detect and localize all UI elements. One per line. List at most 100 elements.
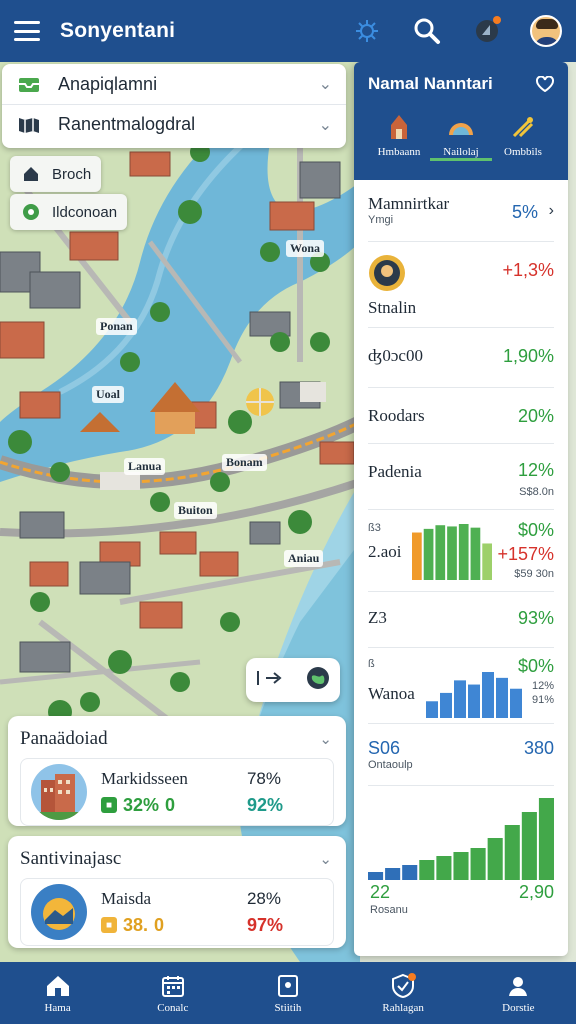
panel-row[interactable]: ʤ0ɔc00 1,90% xyxy=(368,328,554,388)
row-value-tertiary: 91% xyxy=(531,694,554,706)
profile-avatar[interactable] xyxy=(530,15,562,47)
chart-bar xyxy=(470,848,486,880)
chart-bar xyxy=(458,524,469,580)
notification-badge xyxy=(493,16,501,24)
chevron-down-icon[interactable]: ⌄ xyxy=(319,74,332,94)
heart-icon[interactable] xyxy=(536,75,554,97)
network-icon[interactable] xyxy=(350,14,384,48)
destination-field[interactable]: Ranentmalogdral ⌄ xyxy=(2,104,346,144)
row-label: Rosanu xyxy=(370,904,408,916)
map-icon xyxy=(16,114,42,136)
stat-value: 32% xyxy=(123,794,160,815)
nav-document[interactable]: Stiitih xyxy=(243,972,333,1014)
bottom-navigation: Hama Conalc Stiitih Rahlagan Dorstie xyxy=(0,962,576,1024)
map-label[interactable]: Lanua xyxy=(124,458,166,475)
panel-row[interactable]: S06 Ontaoulp 380 xyxy=(368,724,554,786)
nav-shield[interactable]: Rahlagan xyxy=(358,972,448,1014)
bar-chart xyxy=(368,798,554,880)
panel-title: Namal Nanntari xyxy=(368,74,493,93)
island-thumbnail xyxy=(31,884,87,940)
row-value: 1,90% xyxy=(502,346,554,366)
row-label: Ontaoulp xyxy=(368,759,413,771)
chevron-down-icon[interactable]: ⌄ xyxy=(319,115,332,135)
chart-bar xyxy=(419,860,435,880)
stat-percent: 78% xyxy=(246,768,281,788)
card-title: Santivinajasc xyxy=(20,848,122,869)
row-value-secondary: 12% xyxy=(531,680,554,692)
stat-card[interactable]: Santivinajasc ⌄ Maisda ■ 38. 0 28% 97% xyxy=(8,836,346,948)
chart-bar xyxy=(468,684,480,718)
stat-value: 38. xyxy=(123,914,149,935)
map-label[interactable]: Uoal xyxy=(92,386,124,403)
map-label[interactable]: Wona xyxy=(286,240,325,257)
card-title: Panaädoiad xyxy=(20,728,108,749)
stat-value-suffix: 0 xyxy=(165,794,176,815)
nav-calendar[interactable]: Conalc xyxy=(128,972,218,1014)
badge-icon xyxy=(368,254,406,292)
panel-row-chart[interactable]: ß3 2.aoi $0% +157% $59 30n xyxy=(368,510,554,592)
chart-bar xyxy=(368,872,384,880)
panel-row[interactable]: Mamnirtkar Ymgi 5% › xyxy=(368,180,554,242)
calendar-icon xyxy=(128,972,218,1000)
origin-field[interactable]: Anapiqlamni ⌄ xyxy=(2,64,346,104)
search-icon[interactable] xyxy=(410,14,444,48)
navigate-icon[interactable] xyxy=(256,668,286,693)
layer-chip-ildconoan[interactable]: Ildconoan xyxy=(10,194,128,230)
panel-row[interactable]: Roodars 20% xyxy=(368,388,554,444)
layer-chip-broch[interactable]: Broch xyxy=(10,156,102,192)
chevron-right-icon[interactable]: › xyxy=(549,202,554,220)
panel-row-chart[interactable]: ß Wanoa $0% 12% 91% xyxy=(368,648,554,724)
shield-icon xyxy=(358,972,448,1000)
chart-bar xyxy=(447,526,457,580)
chart-bar xyxy=(510,688,522,718)
panel-row[interactable]: Padenia 12% S$8.0n xyxy=(368,444,554,510)
chevron-down-icon[interactable]: ⌄ xyxy=(319,730,332,748)
stat-percent-secondary: 92% xyxy=(246,794,283,815)
chart-bar xyxy=(487,838,503,880)
map-label[interactable]: Buiton xyxy=(174,502,217,519)
row-value: +1,3% xyxy=(502,260,554,280)
nav-profile[interactable]: Dorstie xyxy=(473,972,563,1014)
map-label[interactable]: Ponan xyxy=(96,318,137,335)
panel-row[interactable]: Z3 93% xyxy=(368,592,554,648)
stat-percent-secondary: 97% xyxy=(246,914,283,935)
chevron-down-icon[interactable]: ⌄ xyxy=(319,850,332,868)
row-value: $0% xyxy=(517,656,554,676)
globe-icon[interactable] xyxy=(306,666,330,695)
map-navigation-control[interactable] xyxy=(246,658,340,702)
chart-bar xyxy=(521,812,537,880)
row-value: 2,90 xyxy=(518,882,554,902)
chart-bar xyxy=(496,677,508,718)
chart-bar xyxy=(454,680,466,718)
route-search-card: Anapiqlamni ⌄ Ranentmalogdral ⌄ xyxy=(2,64,346,148)
stat-value-suffix: 0 xyxy=(154,914,165,935)
layer-label: Ildconoan xyxy=(52,203,118,221)
stat-card[interactable]: Panaädoiad ⌄ Markidsseen ■ 32% 0 78% 92% xyxy=(8,716,346,826)
map-label[interactable]: Aniau xyxy=(284,550,324,567)
menu-icon[interactable] xyxy=(14,21,40,41)
row-left-value: 22 xyxy=(370,882,391,902)
tab-hmbaann[interactable]: Hmbaann xyxy=(368,112,430,161)
panel-row[interactable]: Stnalin +1,3% xyxy=(368,242,554,328)
row-value: $0% xyxy=(517,520,554,540)
nav-home[interactable]: Hama xyxy=(13,972,103,1014)
chart-bar xyxy=(412,532,422,580)
layer-label: Broch xyxy=(52,165,92,183)
inbox-icon xyxy=(16,73,42,95)
panel-trend-chart[interactable]: 22 Rosanu 2,90 xyxy=(368,786,554,916)
row-value: 5% xyxy=(511,202,538,222)
row-value: 93% xyxy=(517,608,554,628)
map-label[interactable]: Bonam xyxy=(222,454,267,471)
bar-chart xyxy=(426,672,522,718)
chart-bar xyxy=(538,798,554,880)
home-icon xyxy=(13,972,103,1000)
chart-bar xyxy=(435,525,446,580)
chart-bar xyxy=(482,543,492,580)
notification-icon[interactable] xyxy=(470,14,504,48)
chart-bar xyxy=(504,825,520,880)
chart-bar xyxy=(423,528,434,580)
app-title: Sonyentani xyxy=(60,19,176,42)
tab-nailolaj[interactable]: Nailolaj xyxy=(430,112,492,161)
tab-ombbils[interactable]: Ombbils xyxy=(492,112,554,161)
top-app-bar: Sonyentani xyxy=(0,0,576,62)
